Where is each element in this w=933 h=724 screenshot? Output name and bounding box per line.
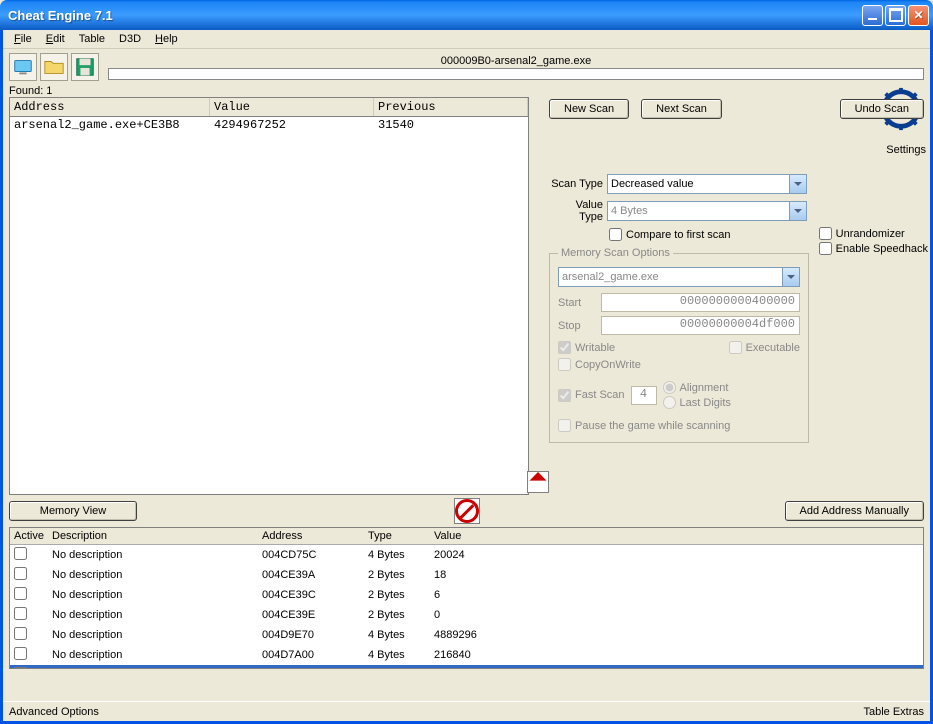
executable-check [729,341,742,354]
window-title: Cheat Engine 7.1 [8,8,860,23]
pause-check [558,419,571,432]
menu-table[interactable]: Table [72,31,112,47]
save-icon[interactable] [71,53,99,81]
col-address[interactable]: Address [258,528,364,544]
scan-type-label: Scan Type [549,178,607,190]
alignment-radio [663,381,676,394]
col-type[interactable]: Type [364,528,430,544]
col-header-value[interactable]: Value [210,98,374,116]
chevron-down-icon [782,268,799,286]
col-header-address[interactable]: Address [10,98,210,116]
progress-bar [108,68,924,80]
module-combo: arsenal2_game.exe [558,267,800,287]
col-description[interactable]: Description [48,528,258,544]
add-address-manually-button[interactable]: Add Address Manually [785,501,924,521]
value-type-combo: 4 Bytes [607,201,807,221]
compare-first-checkbox[interactable] [609,228,622,241]
menu-bar: File Edit Table D3D Help [3,30,930,49]
start-input[interactable]: 0000000000400000 [601,293,800,312]
active-checkbox[interactable] [14,667,27,669]
chevron-down-icon[interactable] [789,175,806,193]
table-row[interactable]: No description004CE39C2 Bytes6 [10,585,923,605]
open-process-icon[interactable] [9,53,37,81]
table-row[interactable]: No description004CE39A2 Bytes18 [10,565,923,585]
result-row[interactable]: arsenal2_game.exe+CE3B8429496725231540 [10,117,528,133]
fastscan-check [558,389,571,402]
table-row[interactable]: No description004CE39E2 Bytes0 [10,605,923,625]
speedhack-check[interactable] [819,242,832,255]
results-header: Address Value Previous [9,97,529,116]
advanced-options-link[interactable]: Advanced Options [9,706,99,718]
undo-scan-button[interactable]: Undo Scan [840,99,924,119]
found-count: Found: 1 [3,85,930,97]
memory-scan-options: Memory Scan Options arsenal2_game.exe St… [549,247,809,443]
table-row[interactable]: No description004D7A004 Bytes216840 [10,645,923,665]
active-checkbox[interactable] [14,567,27,580]
address-table-header: Active Description Address Type Value [10,528,923,545]
next-scan-button[interactable]: Next Scan [641,99,722,119]
minimize-button[interactable] [862,5,883,26]
close-button[interactable] [908,5,929,26]
open-file-icon[interactable] [40,53,68,81]
add-to-list-arrow-icon[interactable] [527,471,549,493]
col-value[interactable]: Value [430,528,923,544]
menu-edit[interactable]: Edit [39,31,72,47]
menu-d3d[interactable]: D3D [112,31,148,47]
address-table[interactable]: Active Description Address Type Value No… [9,527,924,669]
active-checkbox[interactable] [14,647,27,660]
active-checkbox[interactable] [14,547,27,560]
table-row[interactable]: No description004D9E704 Bytes4889296 [10,625,923,645]
delete-icon[interactable] [454,498,480,524]
col-active[interactable]: Active [10,528,48,544]
col-header-previous[interactable]: Previous [374,98,528,116]
table-extras-link[interactable]: Table Extras [863,706,924,718]
unrandomizer-check[interactable] [819,227,832,240]
new-scan-button[interactable]: New Scan [549,99,629,119]
menu-help[interactable]: Help [148,31,185,47]
stop-input[interactable]: 00000000004df000 [601,316,800,335]
table-row[interactable]: No description004CD75C4 Bytes20024 [10,545,923,565]
lastdigits-radio [663,396,676,409]
memory-view-button[interactable]: Memory View [9,501,137,521]
chevron-down-icon [789,202,806,220]
writable-check [558,341,571,354]
fastscan-value[interactable]: 4 [631,386,657,405]
value-type-label: Value Type [549,199,607,223]
active-checkbox[interactable] [14,607,27,620]
compare-first-label: Compare to first scan [626,229,731,241]
table-row[interactable]: No description004CE3B84 Bytes4294967252 [10,665,923,669]
menu-file[interactable]: File [7,31,39,47]
title-bar[interactable]: Cheat Engine 7.1 [0,0,933,30]
process-label: 000009B0-arsenal2_game.exe [108,55,924,67]
scan-type-combo[interactable]: Decreased value [607,174,807,194]
cow-check [558,358,571,371]
status-bar: Advanced Options Table Extras [3,701,930,721]
active-checkbox[interactable] [14,587,27,600]
maximize-button[interactable] [885,5,906,26]
results-list[interactable]: arsenal2_game.exe+CE3B8429496725231540 [9,116,529,495]
active-checkbox[interactable] [14,627,27,640]
